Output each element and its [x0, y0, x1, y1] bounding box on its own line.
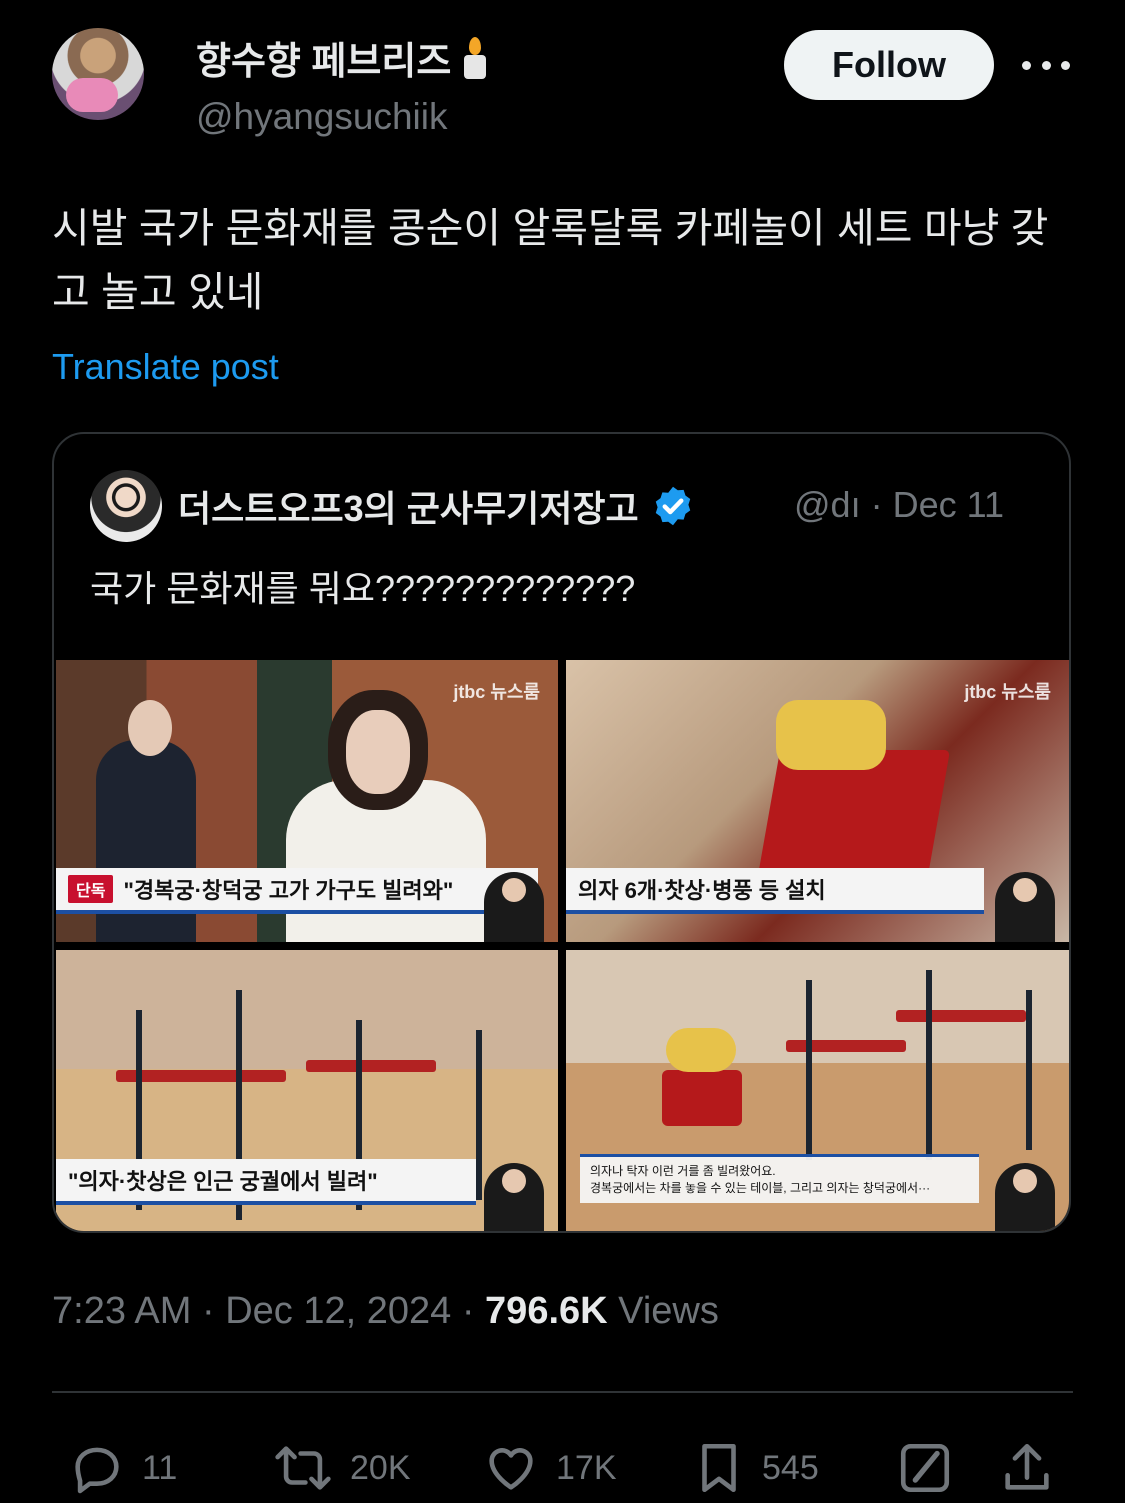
- repost-icon: [275, 1446, 331, 1490]
- jtbc-logo: jtbc 뉴스룸: [964, 682, 1051, 702]
- sign-language-interpreter: [995, 872, 1055, 942]
- bookmark-count: 545: [762, 1448, 819, 1487]
- quoted-media-grid: jtbc 뉴스룸 단독 "경복궁·창덕궁 고가 가구도 빌려와" jtbc 뉴스…: [56, 660, 1069, 1231]
- more-options-icon[interactable]: [1022, 48, 1070, 82]
- image-caption: "의자·찻상은 인근 궁궐에서 빌려": [56, 1159, 476, 1205]
- share-button[interactable]: [998, 1438, 1056, 1498]
- caption-text: "경복궁·창덕궁 고가 가구도 빌려와": [123, 878, 454, 903]
- like-button[interactable]: 17K: [480, 1438, 617, 1498]
- like-count: 17K: [556, 1448, 617, 1487]
- reply-count: 11: [142, 1448, 178, 1487]
- quoted-post-card[interactable]: 더스트오프3의 군사무기저장고 @dı · Dec 11 국가 문화재를 뭐요?…: [52, 432, 1071, 1233]
- image-caption: 의자나 탁자 이런 거를 좀 빌려왔어요. 경복궁에서는 차를 놓을 수 있는 …: [580, 1154, 979, 1203]
- divider: [52, 1391, 1073, 1393]
- bookmark-button[interactable]: 545: [690, 1438, 819, 1498]
- author-display-name[interactable]: 향수향 페브리즈: [196, 30, 487, 85]
- post-date[interactable]: Dec 12, 2024: [225, 1290, 451, 1332]
- grok-button[interactable]: [896, 1438, 954, 1498]
- exclusive-tag: 단독: [68, 875, 114, 903]
- candle-icon: [461, 35, 487, 81]
- caption-line-1: 의자나 탁자 이런 거를 좀 빌려왔어요.: [590, 1164, 776, 1178]
- reply-icon: [75, 1447, 119, 1494]
- media-image-4[interactable]: 의자나 탁자 이런 거를 좀 빌려왔어요. 경복궁에서는 차를 놓을 수 있는 …: [566, 950, 1069, 1231]
- heart-icon: [489, 1448, 533, 1490]
- jtbc-logo: jtbc 뉴스룸: [453, 682, 540, 702]
- media-image-3[interactable]: "의자·찻상은 인근 궁궐에서 빌려": [56, 950, 558, 1231]
- sign-language-interpreter: [484, 872, 544, 942]
- translate-post-link[interactable]: Translate post: [52, 346, 279, 388]
- repost-count: 20K: [350, 1448, 411, 1487]
- media-image-1[interactable]: jtbc 뉴스룸 단독 "경복궁·창덕궁 고가 가구도 빌려와": [56, 660, 558, 942]
- quoted-date[interactable]: Dec 11: [893, 484, 1004, 525]
- meta-separator: ·: [201, 1290, 215, 1332]
- reply-button[interactable]: 11: [66, 1438, 177, 1498]
- meta-separator: ·: [461, 1290, 475, 1332]
- quoted-post-meta: @dı · Dec 11: [794, 484, 1004, 526]
- quoted-handle[interactable]: @dı: [794, 484, 861, 525]
- post-timestamp: 7:23 AM · Dec 12, 2024 · 796.6K Views: [52, 1290, 719, 1333]
- repost-button[interactable]: 20K: [270, 1438, 411, 1498]
- image-caption: 단독 "경복궁·창덕궁 고가 가구도 빌려와": [56, 868, 538, 914]
- post-text: 시발 국가 문화재를 콩순이 알록달록 카페놀이 세트 마냥 갖고 놀고 있네: [52, 205, 1049, 315]
- author-handle[interactable]: @hyangsuchiik: [196, 96, 447, 138]
- grok-icon: [900, 1443, 950, 1493]
- media-image-2[interactable]: jtbc 뉴스룸 의자 6개·찻상·병풍 등 설치: [566, 660, 1069, 942]
- quoted-author-avatar[interactable]: [90, 470, 162, 542]
- quoted-author-name-text: 더스트오프3의 군사무기저장고: [178, 488, 639, 529]
- image-caption: 의자 6개·찻상·병풍 등 설치: [566, 868, 984, 914]
- quoted-author-name[interactable]: 더스트오프3의 군사무기저장고: [178, 480, 695, 532]
- views-label: Views: [618, 1290, 719, 1332]
- follow-button[interactable]: Follow: [784, 30, 994, 100]
- sign-language-interpreter: [995, 1163, 1055, 1231]
- caption-line-2: 경복궁에서는 차를 놓을 수 있는 테이블, 그리고 의자는 창덕궁에서···: [590, 1181, 931, 1195]
- bookmark-icon: [702, 1443, 736, 1493]
- author-avatar[interactable]: [52, 28, 144, 120]
- post-time[interactable]: 7:23 AM: [52, 1290, 191, 1332]
- share-icon: [1005, 1443, 1049, 1490]
- sign-language-interpreter: [484, 1163, 544, 1231]
- quoted-post-text: 국가 문화재를 뭐요?????????????: [90, 568, 636, 609]
- meta-separator: ·: [870, 484, 883, 525]
- author-name-text: 향수향 페브리즈: [196, 41, 452, 83]
- views-count[interactable]: 796.6K: [485, 1290, 608, 1332]
- verified-badge-icon: [655, 486, 690, 526]
